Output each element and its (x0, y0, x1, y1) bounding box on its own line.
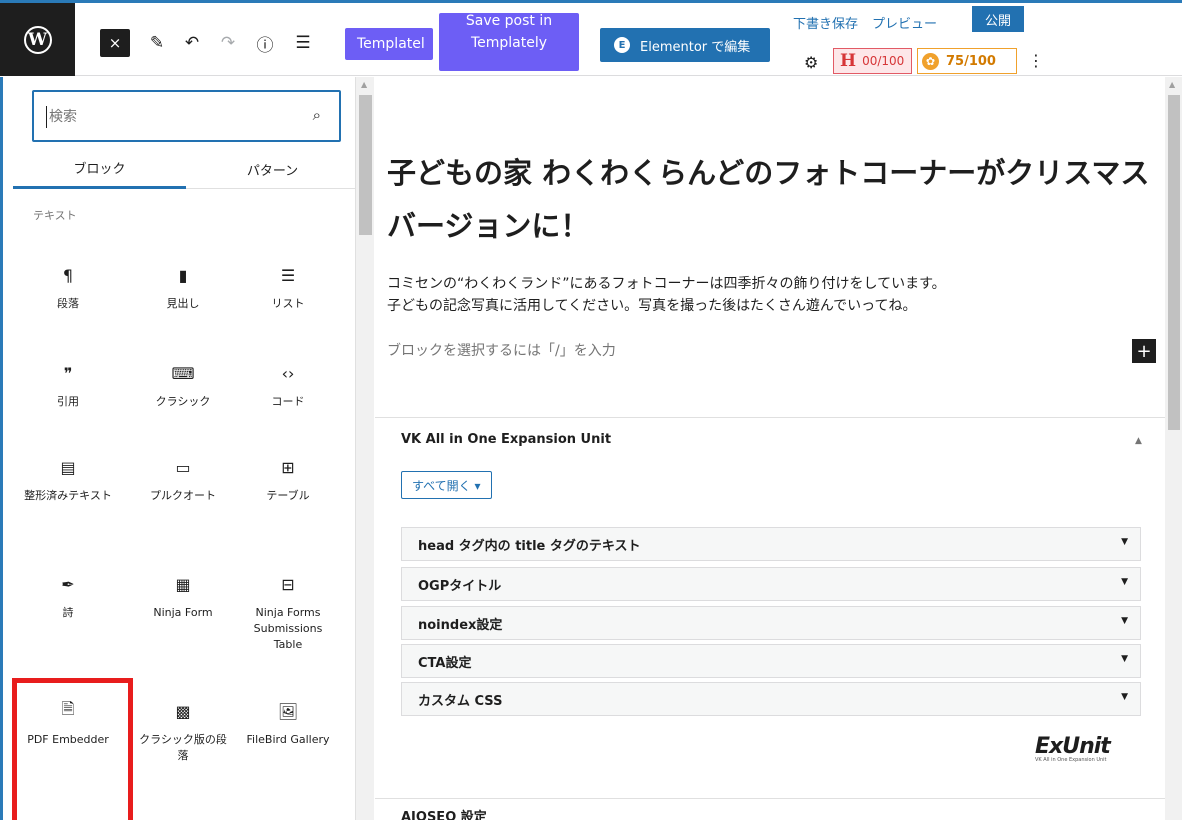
expand-triangle-icon: ▼ (1121, 537, 1128, 547)
inserter-scrollbar[interactable]: ▲ (356, 77, 374, 820)
submissions-table-icon: ⊟ (281, 574, 295, 594)
keyboard-icon: ⌨ (171, 363, 195, 383)
tools-button[interactable]: ✎ (145, 29, 169, 57)
block-preformatted[interactable]: ▤ 整形済みテキスト (23, 454, 113, 504)
edit-with-elementor-button[interactable]: E Elementor で編集 (600, 28, 770, 62)
scrollbar-thumb[interactable] (359, 95, 372, 235)
list-icon: ☰ (280, 265, 296, 285)
category-label: テキスト (33, 209, 77, 222)
block-heading[interactable]: ▮ 見出し (138, 262, 228, 312)
pullquote-icon: ▭ (175, 457, 191, 477)
meta-boxes: VK All in One Expansion Unit ▲ すべて開く ▾ h… (375, 417, 1165, 820)
save-draft-button[interactable]: 下書き保存 (793, 13, 858, 32)
plus-icon: + (1136, 340, 1152, 362)
redo-icon: ↷ (220, 33, 236, 53)
exunit-metabox-title[interactable]: VK All in One Expansion Unit (401, 432, 611, 447)
redo-button[interactable]: ↷ (216, 29, 240, 57)
expand-all-button[interactable]: すべて開く ▾ (401, 471, 492, 499)
table-icon: ⊞ (281, 457, 295, 477)
inserter-tabs: ブロック パターン (13, 149, 359, 189)
undo-button[interactable]: ↶ (180, 29, 204, 57)
highlight-annotation-box (12, 678, 133, 820)
settings-gear-icon[interactable]: ⚙ (804, 53, 818, 72)
close-icon: × (108, 34, 122, 52)
aioseo-metabox-title[interactable]: AIOSEO 設定 (401, 806, 487, 820)
seo-score-badge[interactable]: ✿ 75/100 (917, 48, 1017, 74)
tab-blocks[interactable]: ブロック (13, 149, 186, 189)
form-icon: ▦ (175, 574, 191, 594)
canvas-scrollbar[interactable]: ▲ (1165, 77, 1182, 820)
preview-button[interactable]: プレビュー (872, 13, 937, 32)
block-pullquote[interactable]: ▭ プルクオート (138, 454, 228, 504)
search-icon: ⌕ (312, 106, 321, 124)
scroll-up-arrow-icon[interactable]: ▲ (361, 80, 367, 89)
headline-score-badge[interactable]: H 00/100 (833, 48, 912, 74)
editor-canvas: 子どもの家 わくわくらんどのフォトコーナーがクリスマスバージョンに！ コミセンの… (375, 77, 1165, 820)
editor-window: W × ✎ ↶ ↷ ⓘ ☰ Templatel Save post in Tem… (0, 0, 1182, 820)
wordpress-logo-button[interactable]: W (0, 3, 75, 76)
accordion-cta[interactable]: CTA設定 ▼ (401, 644, 1141, 678)
post-title[interactable]: 子どもの家 わくわくらんどのフォトコーナーがクリスマスバージョンに！ (387, 147, 1157, 253)
feather-pen-icon: ✒ (61, 574, 75, 594)
block-search-input[interactable] (49, 106, 289, 128)
block-verse[interactable]: ✒ 詩 (23, 571, 113, 621)
preformatted-icon: ▤ (60, 457, 76, 477)
templately-button[interactable]: Templatel (345, 28, 433, 60)
gallery-icon: 🖼 (277, 701, 299, 721)
block-table[interactable]: ⊞ テーブル (243, 454, 333, 504)
metabox-divider (375, 798, 1165, 799)
close-inserter-button[interactable]: × (100, 29, 130, 57)
pencil-icon: ✎ (149, 33, 165, 53)
block-ninja-form[interactable]: ▦ Ninja Form (138, 571, 228, 621)
block-search[interactable]: ⌕ (32, 90, 341, 142)
block-classic[interactable]: ⌨ クラシック (138, 360, 228, 410)
add-block-button[interactable]: + (1132, 339, 1156, 363)
block-classic-paragraph[interactable]: ▩ クラシック版の段落 (138, 698, 228, 764)
elementor-icon: E (614, 37, 630, 53)
text-cursor (46, 106, 47, 128)
block-ninja-forms-submissions[interactable]: ⊟ Ninja Forms Submissions Table (243, 571, 333, 653)
paragraph-icon: ¶ (62, 265, 74, 285)
block-list[interactable]: ☰ リスト (243, 262, 333, 312)
block-paragraph[interactable]: ¶ 段落 (23, 262, 113, 312)
accordion-ogp-title[interactable]: OGPタイトル ▼ (401, 567, 1141, 601)
expand-triangle-icon: ▼ (1121, 692, 1128, 702)
save-in-templately-button[interactable]: Save post in Templately (439, 13, 579, 71)
classic-paragraph-icon: ▩ (175, 701, 191, 721)
heading-icon: ▮ (178, 265, 188, 285)
details-button[interactable]: ⓘ (252, 29, 278, 57)
accordion-title-tag[interactable]: head タグ内の title タグのテキスト ▼ (401, 527, 1141, 561)
accordion-custom-css[interactable]: カスタム CSS ▼ (401, 682, 1141, 716)
more-options-icon[interactable]: ⋮ (1028, 51, 1044, 70)
scroll-up-arrow-icon[interactable]: ▲ (1169, 80, 1175, 89)
accordion-noindex[interactable]: noindex設定 ▼ (401, 606, 1141, 640)
paragraph-block[interactable]: コミセンの“わくわくランド”にあるフォトコーナーは四季折々の飾り付けをしています… (387, 273, 1157, 317)
empty-block-placeholder[interactable]: ブロックを選択するには「/」を入力 (387, 340, 616, 360)
block-filebird-gallery[interactable]: 🖼 FileBird Gallery (243, 698, 333, 748)
aioseo-icon: ✿ (922, 52, 939, 70)
exunit-logo: ExUnit VK All in One Expansion Unit (1035, 734, 1111, 763)
undo-icon: ↶ (184, 33, 200, 53)
wordpress-icon: W (23, 25, 52, 54)
block-inserter-panel: ⌕ ブロック パターン テキスト ¶ 段落 ▮ 見出し ☰ リスト ❞ 引用 ⌨… (0, 77, 359, 820)
info-icon: ⓘ (256, 35, 274, 56)
tab-patterns[interactable]: パターン (186, 149, 359, 189)
expand-triangle-icon: ▼ (1121, 577, 1128, 587)
publish-button[interactable]: 公開 (972, 6, 1024, 32)
block-quote[interactable]: ❞ 引用 (23, 360, 113, 410)
list-view-button[interactable]: ☰ (290, 29, 316, 57)
scrollbar-thumb[interactable] (1168, 95, 1180, 430)
quote-icon: ❞ (63, 363, 73, 383)
expand-triangle-icon: ▼ (1121, 616, 1128, 626)
editor-toolbar: W × ✎ ↶ ↷ ⓘ ☰ Templatel Save post in Tem… (0, 0, 1182, 76)
collapse-arrow-icon[interactable]: ▲ (1135, 436, 1142, 446)
list-view-icon: ☰ (295, 33, 311, 53)
code-icon: ‹› (281, 363, 295, 383)
expand-triangle-icon: ▼ (1121, 654, 1128, 664)
block-code[interactable]: ‹› コード (243, 360, 333, 410)
